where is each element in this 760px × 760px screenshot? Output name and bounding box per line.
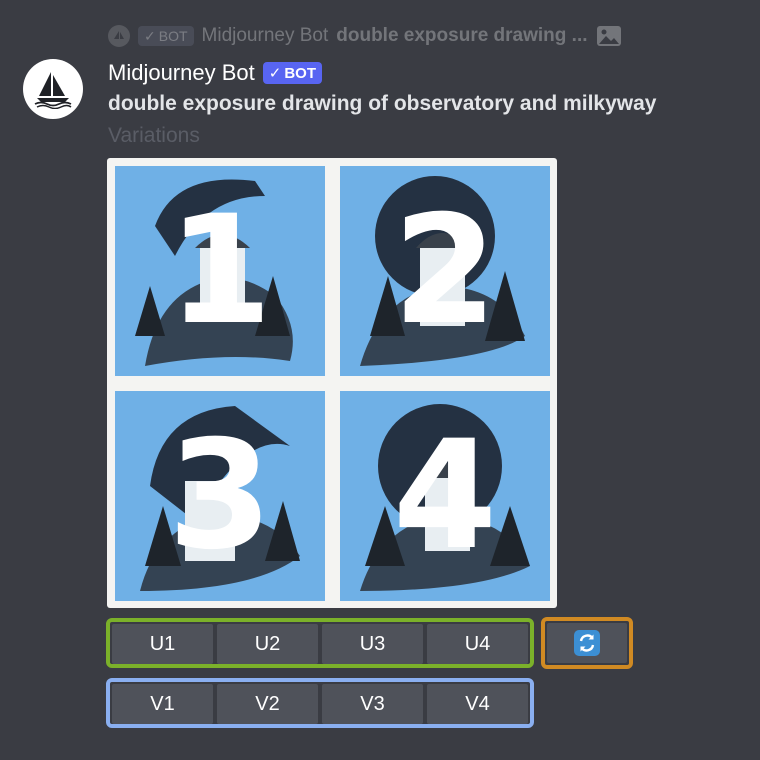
upscale-button-2[interactable]: U2 (217, 624, 318, 664)
message-header: Midjourney Bot ✓ BOT (108, 58, 322, 88)
tile-number: 4 (392, 409, 498, 583)
upscale-button-1[interactable]: U1 (112, 624, 213, 664)
reply-avatar (108, 25, 130, 47)
variation-button-4[interactable]: V4 (427, 684, 528, 724)
sailboat-logo (34, 72, 72, 109)
upscale-button-group: U1 U2 U3 U4 (106, 618, 534, 668)
grid-image-1[interactable]: 1 (115, 166, 325, 376)
avatar[interactable] (23, 59, 83, 119)
tile-number: 1 (167, 184, 273, 358)
tile-number: 2 (392, 184, 498, 358)
grid-image-3[interactable]: 3 (115, 391, 325, 601)
reply-bot-badge: ✓ BOT (138, 26, 194, 46)
reply-author: Midjourney Bot (201, 25, 329, 46)
upscale-button-4[interactable]: U4 (427, 624, 528, 664)
check-icon: ✓ (144, 27, 156, 44)
reply-preview[interactable]: ✓ BOT Midjourney Bot double exposure dra… (108, 22, 622, 50)
variation-button-3[interactable]: V3 (322, 684, 423, 724)
image-icon (596, 26, 621, 46)
grid-image-4[interactable]: 4 (340, 391, 550, 601)
check-icon: ✓ (268, 65, 282, 82)
upscale-button-3[interactable]: U3 (322, 624, 423, 664)
reroll-button[interactable] (547, 623, 627, 663)
image-grid[interactable]: 1 2 3 4 (107, 158, 557, 608)
variation-button-2[interactable]: V2 (217, 684, 318, 724)
grid-image-2[interactable]: 2 (340, 166, 550, 376)
author-name[interactable]: Midjourney Bot (108, 60, 255, 86)
variations-label: Variations (108, 124, 200, 147)
bot-badge: ✓ BOT (262, 62, 322, 84)
variation-button-group: V1 V2 V3 V4 (106, 678, 534, 728)
reroll-button-group (541, 617, 633, 669)
reply-text: double exposure drawing ... (336, 25, 588, 46)
prompt-text: double exposure drawing of observatory a… (108, 92, 657, 115)
refresh-icon (574, 630, 600, 656)
tile-number: 3 (167, 409, 273, 583)
variation-button-1[interactable]: V1 (112, 684, 213, 724)
